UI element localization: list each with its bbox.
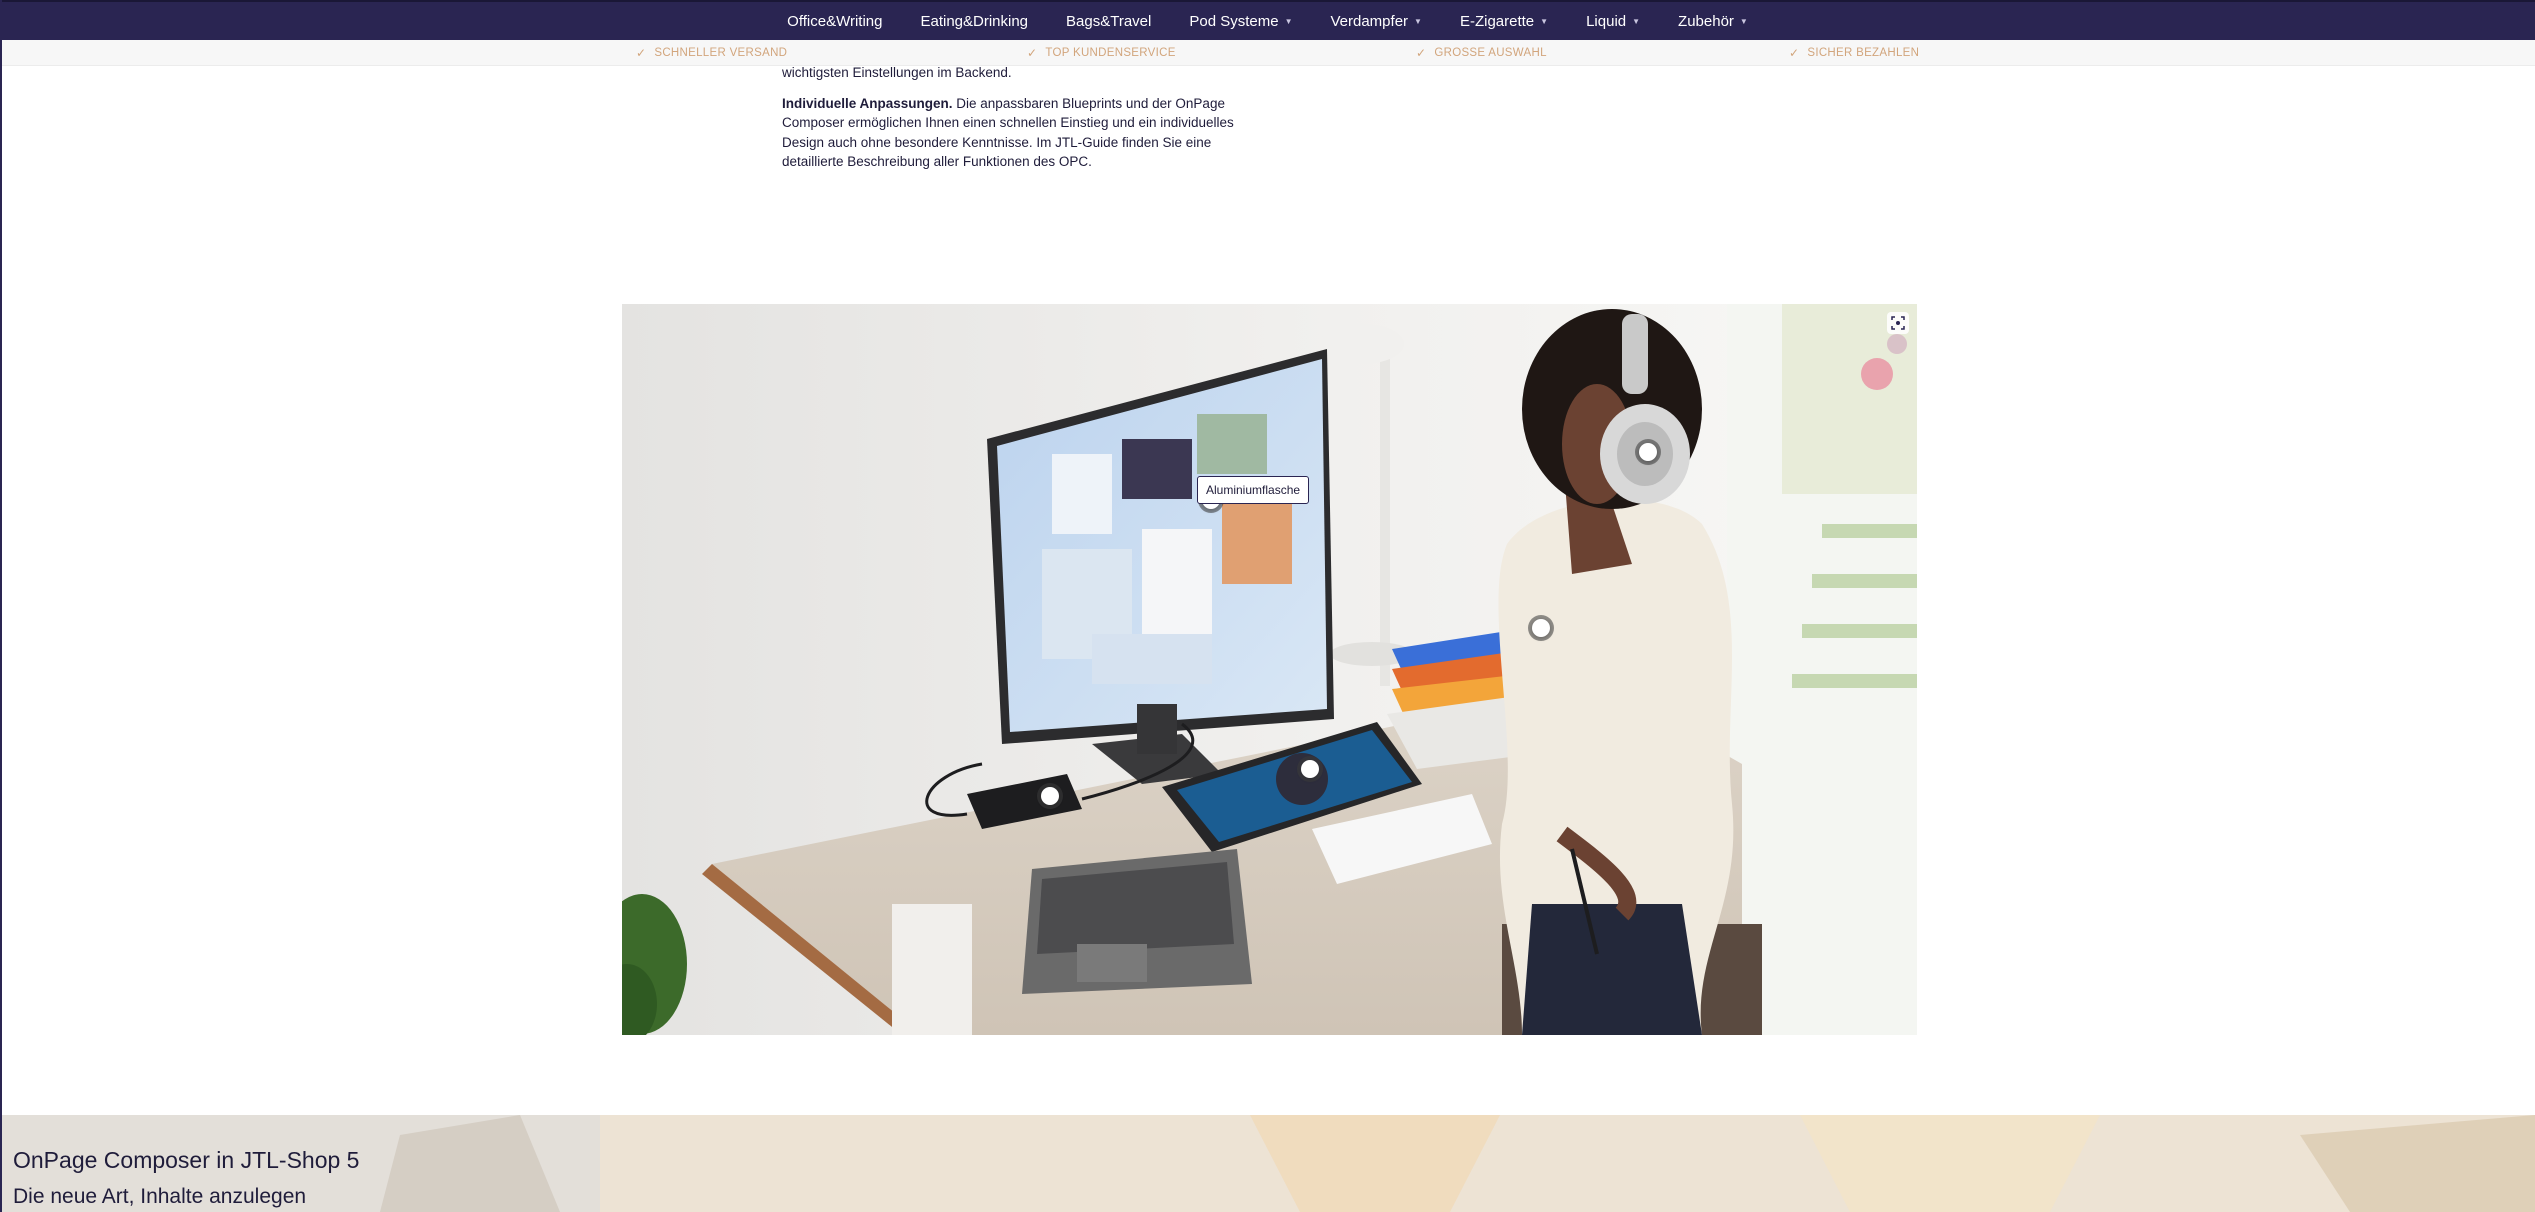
- paragraph: wichtigsten Einstellungen im Backend.: [782, 65, 1012, 80]
- nav-item-label: Office&Writing: [787, 12, 883, 30]
- nav-item-label: Eating&Drinking: [920, 12, 1029, 30]
- banner-background: [0, 1115, 2535, 1212]
- banner-subtitle: Die neue Art, Inhalte anzulegen: [13, 1185, 307, 1208]
- nav-item-verdampfer[interactable]: Verdampfer ▼: [1330, 13, 1421, 30]
- expand-icon: [1891, 316, 1905, 330]
- hotspot-dock[interactable]: [1041, 787, 1059, 805]
- hotspot-books[interactable]: [1532, 619, 1550, 637]
- nav-items: Office&Writing Eating&Drinking Bags&Travel…: [0, 2, 2535, 40]
- expand-button[interactable]: [1887, 312, 1909, 334]
- nav-item-label: Liquid: [1586, 12, 1627, 30]
- usp-label: SCHNELLER VERSAND: [654, 47, 788, 59]
- nav-item-pod-systeme[interactable]: Pod Systeme ▼: [1189, 13, 1292, 30]
- hotspot-image: Aluminiumflasche: [622, 304, 1917, 1035]
- check-icon: ✓: [1027, 46, 1038, 60]
- check-icon: ✓: [1789, 46, 1800, 60]
- chevron-down-icon: ▼: [1739, 17, 1748, 26]
- workspace-photo: [622, 304, 1917, 1035]
- nav-item-label: Pod Systeme: [1189, 12, 1279, 30]
- usp-item: ✓ SCHNELLER VERSAND: [636, 46, 787, 60]
- usp-item: ✓ GROSSE AUSWAHL: [1416, 46, 1547, 60]
- nav-item-office-writing[interactable]: Office&Writing: [787, 13, 882, 30]
- hotspot-tablet[interactable]: [1301, 760, 1319, 778]
- chevron-down-icon: ▼: [1540, 17, 1549, 26]
- usp-item: ✓ SICHER BEZAHLEN: [1789, 46, 1919, 60]
- chevron-down-icon: ▼: [1284, 17, 1293, 26]
- nav-item-eating-drinking[interactable]: Eating&Drinking: [920, 13, 1028, 30]
- nav-item-label: Zubehör: [1678, 12, 1734, 30]
- check-icon: ✓: [636, 46, 647, 60]
- chevron-down-icon: ▼: [1414, 17, 1422, 26]
- nav-item-liquid[interactable]: Liquid ▼: [1586, 13, 1640, 30]
- usp-label: GROSSE AUSWAHL: [1434, 47, 1547, 59]
- nav-item-e-zigarette[interactable]: E-Zigarette ▼: [1460, 13, 1548, 30]
- nav-item-bags-travel[interactable]: Bags&Travel: [1066, 13, 1151, 30]
- usp-label: TOP KUNDENSERVICE: [1045, 47, 1176, 59]
- chevron-down-icon: ▼: [1632, 17, 1641, 26]
- paragraph-bold: Individuelle Anpassungen.: [782, 95, 953, 111]
- usp-item: ✓ TOP KUNDENSERVICE: [1027, 46, 1176, 60]
- nav-item-zubeh-r[interactable]: Zubehör ▼: [1678, 13, 1748, 30]
- paragraph: Individuelle Anpassungen. Die anpassbare…: [782, 94, 1252, 172]
- usp-bar: ✓ SCHNELLER VERSAND ✓ TOP KUNDENSERVICE …: [0, 40, 2535, 66]
- nav-item-label: Verdampfer: [1330, 12, 1409, 30]
- left-border: [0, 0, 2, 1212]
- content-text: wichtigsten Einstellungen im Backend. In…: [782, 63, 1252, 183]
- usp-label: SICHER BEZAHLEN: [1807, 47, 1920, 59]
- page: Office&Writing Eating&Drinking Bags&Travel…: [0, 0, 2535, 1212]
- nav-item-label: E-Zigarette: [1459, 12, 1535, 30]
- banner-title: OnPage Composer in JTL-Shop 5: [13, 1147, 360, 1173]
- main-navigation: Office&Writing Eating&Drinking Bags&Travel…: [0, 0, 2535, 40]
- nav-item-label: Bags&Travel: [1066, 12, 1152, 30]
- hotspot-tooltip: Aluminiumflasche: [1197, 476, 1310, 504]
- hotspot-headphones[interactable]: [1639, 443, 1657, 461]
- opc-banner: OnPage Composer in JTL-Shop 5 Die neue A…: [0, 1115, 2535, 1212]
- check-icon: ✓: [1416, 46, 1427, 60]
